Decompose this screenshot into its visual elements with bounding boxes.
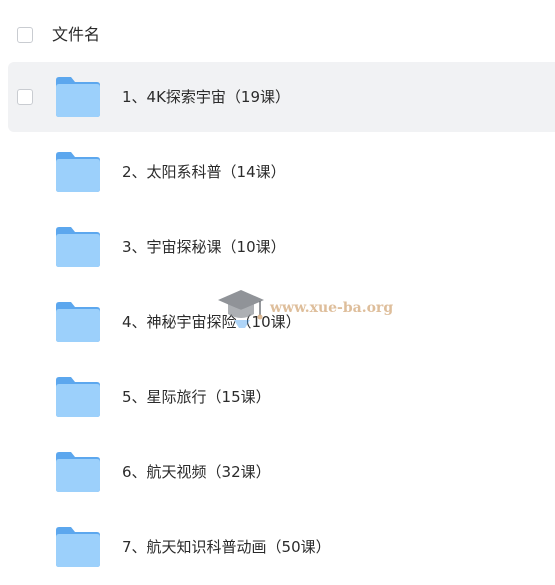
column-header-filename[interactable]: 文件名 (52, 24, 100, 46)
file-row[interactable]: 3、宇宙探秘课（10课） (0, 210, 555, 285)
file-name[interactable]: 7、航天知识科普动画（50课） (122, 536, 331, 558)
file-row[interactable]: 2、太阳系科普（14课） (0, 135, 555, 210)
file-name[interactable]: 5、星际旅行（15课） (122, 386, 271, 408)
folder-icon (56, 377, 100, 417)
file-list: 1、4K探索宇宙（19课） 2、太阳系科普（14课） 3、宇宙探秘课（10课） … (0, 60, 555, 585)
folder-icon (56, 302, 100, 342)
file-name[interactable]: 2、太阳系科普（14课） (122, 161, 286, 183)
folder-icon (56, 527, 100, 567)
file-row[interactable]: 1、4K探索宇宙（19课） (0, 60, 555, 135)
folder-icon (56, 452, 100, 492)
file-row[interactable]: 5、星际旅行（15课） (0, 360, 555, 435)
folder-icon (56, 227, 100, 267)
row-checkbox[interactable] (17, 89, 33, 105)
file-row[interactable]: 6、航天视频（32课） (0, 435, 555, 510)
file-row[interactable]: 7、航天知识科普动画（50课） (0, 510, 555, 585)
file-name[interactable]: 4、神秘宇宙探险（10课） (122, 311, 301, 333)
file-name[interactable]: 1、4K探索宇宙（19课） (122, 86, 290, 108)
file-name[interactable]: 6、航天视频（32课） (122, 461, 271, 483)
file-name[interactable]: 3、宇宙探秘课（10课） (122, 236, 286, 258)
select-all-checkbox[interactable] (17, 27, 33, 43)
folder-icon (56, 152, 100, 192)
folder-icon (56, 77, 100, 117)
file-row[interactable]: 4、神秘宇宙探险（10课） (0, 285, 555, 360)
